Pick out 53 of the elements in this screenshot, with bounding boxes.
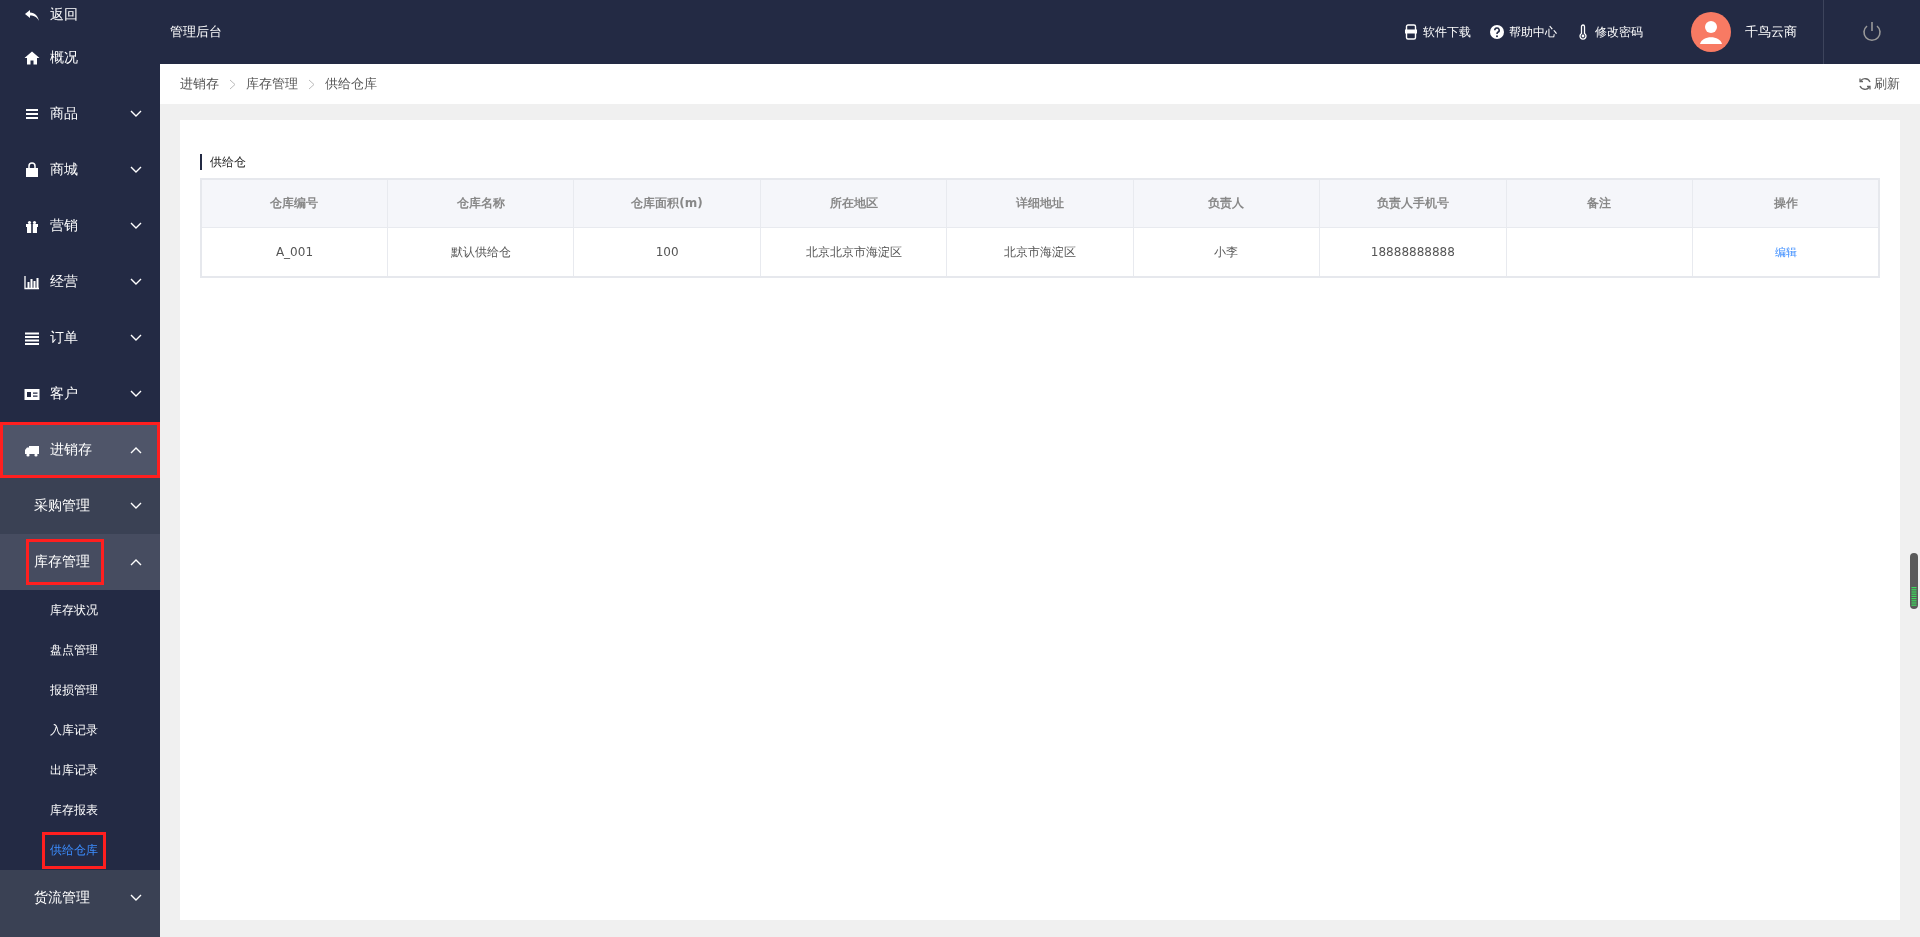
- submenu-item[interactable]: 盘点管理: [42, 631, 106, 669]
- edit-link[interactable]: 编辑: [1774, 245, 1797, 259]
- section-title: 供给仓: [200, 154, 1880, 170]
- header-link[interactable]: 软件下载: [1403, 23, 1471, 41]
- column-header: 所在地区: [760, 179, 947, 228]
- power-icon[interactable]: [1861, 21, 1883, 43]
- submenu-item[interactable]: 供给仓库: [42, 831, 106, 869]
- submenu-item[interactable]: 入库记录: [42, 711, 106, 749]
- id-card-icon: [24, 386, 40, 402]
- home-icon: [24, 50, 40, 66]
- sidebar-item[interactable]: 商品: [0, 86, 160, 142]
- refresh-icon: [1858, 77, 1872, 91]
- header-link[interactable]: 帮助中心: [1489, 23, 1557, 41]
- column-header: 仓库编号: [201, 179, 388, 228]
- chevron-right-icon: [308, 78, 315, 90]
- user-name[interactable]: 千鸟云商: [1745, 23, 1797, 41]
- list-icon: [24, 330, 40, 346]
- sidebar-item[interactable]: 经营: [0, 254, 160, 310]
- app-title: 管理后台: [170, 23, 223, 41]
- sidebar-item[interactable]: 概况: [0, 30, 160, 86]
- sidebar-item[interactable]: 返回: [0, 0, 160, 30]
- sidebar-item[interactable]: 商城: [0, 142, 160, 198]
- submenu-item[interactable]: 出库记录: [42, 751, 106, 789]
- floating-meter-drawing: [1910, 553, 1918, 609]
- gift-icon: [24, 218, 40, 234]
- breadcrumb-item[interactable]: 供给仓库: [325, 75, 377, 93]
- shopping-bag-icon: [24, 162, 40, 178]
- column-header: 详细地址: [946, 179, 1134, 228]
- user-avatar[interactable]: [1691, 12, 1731, 52]
- submenu-item[interactable]: 采购管理: [34, 497, 130, 515]
- sidebar-item[interactable]: 订单: [0, 310, 160, 366]
- bar-chart-icon: [24, 274, 40, 290]
- chevron-right-icon: [229, 78, 236, 90]
- submenu-item[interactable]: 货流管理: [34, 889, 130, 907]
- header-link[interactable]: 修改密码: [1575, 23, 1643, 41]
- breadcrumb-item[interactable]: 进销存: [180, 75, 219, 93]
- submenu-item[interactable]: 报损管理: [42, 671, 106, 709]
- menu-icon: [24, 106, 40, 122]
- sidebar-item[interactable]: 进销存: [0, 422, 160, 478]
- column-header: 仓库名称: [387, 179, 574, 228]
- submenu-item[interactable]: 库存状况: [42, 591, 106, 629]
- submenu-item[interactable]: 库存报表: [42, 791, 106, 829]
- column-header: 负责人手机号: [1319, 179, 1507, 228]
- column-header: 操作: [1692, 179, 1879, 228]
- refresh-button[interactable]: 刷新: [1858, 75, 1900, 93]
- column-header: 备注: [1506, 179, 1693, 228]
- sidebar-item[interactable]: 客户: [0, 366, 160, 422]
- sidebar-item[interactable]: 营销: [0, 198, 160, 254]
- help-icon: [1489, 24, 1505, 40]
- breadcrumb-item[interactable]: 库存管理: [246, 75, 298, 93]
- column-header: 仓库面积(m): [573, 179, 761, 228]
- column-header: 负责人: [1133, 179, 1320, 228]
- phone-app-icon: [1403, 24, 1419, 40]
